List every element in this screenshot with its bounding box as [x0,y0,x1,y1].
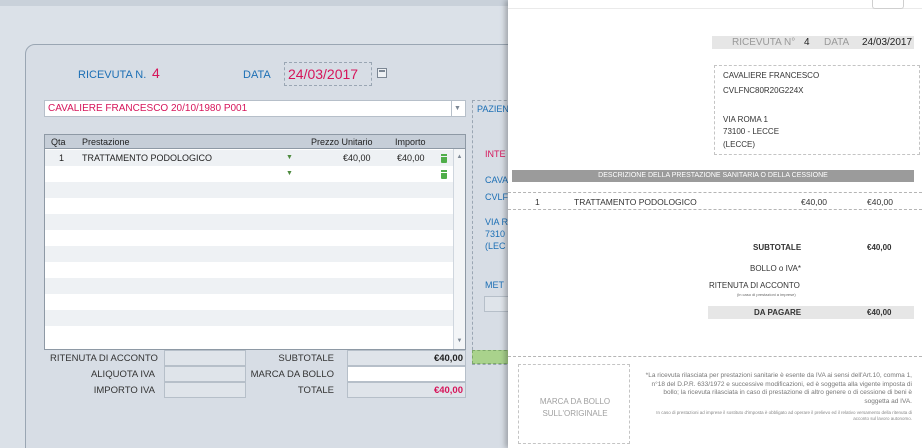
date-value: 24/03/2017 [288,66,359,82]
trash-icon[interactable] [440,154,448,163]
vat-footnote: *La ricevuta rilasciata per prestazioni … [645,372,912,405]
total-label: TOTALE [297,385,334,396]
service-dropdown-icon[interactable]: ▼ [286,154,293,161]
preview-topbar [508,0,922,9]
item-qty: 1 [535,197,540,207]
vat-amount-label: IMPORTO IVA [93,385,155,396]
table-row-empty [45,182,453,198]
doc-stamp-vat-label: BOLLO o IVA* [750,264,801,273]
service-dropdown-icon[interactable]: ▼ [286,170,293,177]
address-line: 73100 - LECCE [723,127,780,136]
side-panel-line: (LEC [485,241,506,251]
item-unit-price: €40,00 [801,197,827,207]
scroll-up-icon[interactable]: ▲ [454,151,465,163]
withholding-label: RITENUTA DI ACCONTO [50,353,158,364]
grid-scrollbar[interactable]: ▲ ▼ [453,149,465,349]
receipt-header-band: RICEVUTA N° 4 DATA 24/03/2017 [712,36,914,49]
receipt-preview: RICEVUTA N° 4 DATA 24/03/2017 CAVALIERE … [508,0,922,448]
row-service: TRATTAMENTO PODOLOGICO [82,153,213,163]
doc-to-pay-label: DA PAGARE [754,308,802,317]
footer-divider [508,356,922,357]
receipt-item-row: 1 TRATTAMENTO PODOLOGICO €40,00 €40,00 [508,192,922,210]
calendar-icon[interactable] [377,68,387,78]
table-row-empty [45,310,453,326]
side-panel-line: CVLF [485,192,509,202]
chevron-down-icon[interactable]: ▼ [451,101,463,116]
side-panel-title: PAZIEN [477,104,509,114]
row-amount: €40,00 [397,153,425,163]
column-header-qty[interactable]: Qta [51,137,66,147]
doc-subtotal-value: €40,00 [867,243,892,252]
vat-rate-label: ALIQUOTA IVA [90,369,155,380]
withholding-field[interactable] [164,350,246,366]
app-window: RICEVUTA N. 4 DATA 24/03/2017 CAVALIERE … [0,0,922,448]
row-unit-price: €40,00 [343,153,371,163]
row-qty: 1 [59,153,65,163]
item-amount: €40,00 [867,197,893,207]
services-grid: Qta Prestazione Prezzo Unitario Importo … [44,134,466,350]
column-header-amount[interactable]: Importo [395,137,426,147]
trash-icon[interactable] [440,170,448,179]
table-row-empty [45,294,453,310]
scroll-down-icon[interactable]: ▼ [454,335,465,347]
address-line: CAVALIERE FRANCESCO [723,71,820,80]
table-row-empty [45,326,453,342]
status-bar [472,350,512,364]
withholding-footnote: In caso di prestazioni ad imprese il sos… [656,410,912,421]
table-row-empty [45,214,453,230]
vat-rate-field[interactable] [164,366,246,382]
table-row-empty [45,198,453,214]
side-panel-line: 7310 [485,229,506,239]
side-panel-line: VIA R [485,217,509,227]
stamp-field[interactable] [347,366,466,382]
side-panel-line: INTE [485,149,506,159]
receipt-number-value[interactable]: 4 [152,65,160,81]
vat-amount-field[interactable] [164,382,246,398]
doc-receipt-number: 4 [804,37,810,48]
preview-tab[interactable] [872,0,904,9]
receipt-editor: RICEVUTA N. 4 DATA 24/03/2017 CAVALIERE … [0,0,545,448]
address-line: VIA ROMA 1 [723,115,768,124]
patient-side-panel: PAZIEN INTE CAVA CVLF VIA R 7310 (LEC ME… [472,100,512,365]
table-row[interactable]: 1 TRATTAMENTO PODOLOGICO ▼ €40,00 €40,00 [45,150,453,166]
subtotal-label: SUBTOTALE [278,353,334,364]
stamp-box-line: MARCA DA BOLLO [539,397,611,406]
column-header-unit-price[interactable]: Prezzo Unitario [311,137,373,147]
doc-date-value: 24/03/2017 [862,37,913,48]
stamp-placeholder-box: MARCA DA BOLLO SULL'ORIGINALE [518,364,630,444]
table-row-empty [45,278,453,294]
doc-withholding-label: RITENUTA DI ACCONTO [709,281,800,290]
address-line: CVLFNC80R20G224X [723,86,804,95]
receipt-number-label: RICEVUTA N. [78,69,147,81]
doc-subtotal-label: SUBTOTALE [753,243,802,252]
doc-receipt-label: RICEVUTA N° [732,37,796,48]
total-value: €40,00 [433,385,463,396]
doc-withholding-note: (in caso di prestazioni a imprese) [737,292,796,297]
address-line: (LECCE) [723,140,756,149]
stamp-label: MARCA DA BOLLO [250,369,334,380]
item-service: TRATTAMENTO PODOLOGICO [574,197,697,207]
table-row-empty [45,246,453,262]
date-label: DATA [243,69,271,81]
patient-select[interactable]: CAVALIERE FRANCESCO 20/10/1980 P001 ▼ [44,100,466,117]
patient-select-value: CAVALIERE FRANCESCO 20/10/1980 P001 [48,103,248,114]
stamp-box-line: SULL'ORIGINALE [542,409,608,418]
column-header-service[interactable]: Prestazione [82,137,130,147]
side-panel-line: CAVA [485,175,509,185]
doc-to-pay-value: €40,00 [867,308,892,317]
description-header: DESCRIZIONE DELLA PRESTAZIONE SANITARIA … [512,170,914,182]
subtotal-value: €40,00 [433,353,463,364]
table-row[interactable]: ▼ [45,166,453,182]
doc-date-label: DATA [824,37,850,48]
address-block: CAVALIERE FRANCESCO CVLFNC80R20G224X VIA… [714,65,920,155]
table-row-empty [45,230,453,246]
side-panel-line: MET [485,280,504,290]
grid-header: Qta Prestazione Prezzo Unitario Importo [45,135,465,149]
toolbar-strip [0,0,508,6]
table-row-empty [45,262,453,278]
